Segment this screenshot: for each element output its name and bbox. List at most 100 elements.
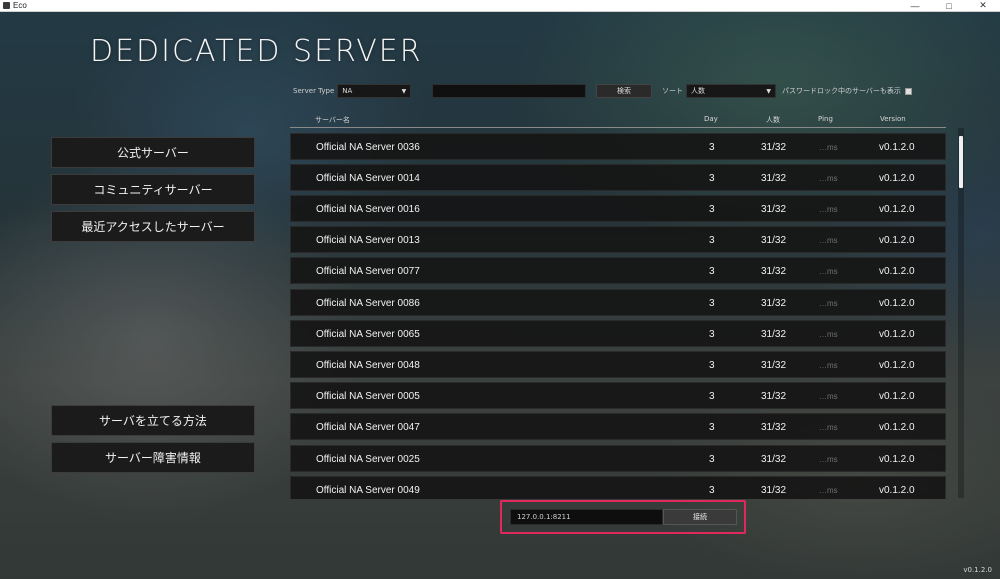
server-players: 31/32: [761, 173, 787, 184]
search-input[interactable]: [432, 84, 586, 98]
server-day: 3: [709, 454, 715, 465]
close-button[interactable]: ✕: [966, 0, 1000, 12]
server-row[interactable]: Official NA Server 0005 3 31/32 …ms v0.1…: [290, 382, 946, 409]
server-ping: …ms: [819, 423, 838, 432]
server-day: 3: [709, 298, 715, 309]
server-row[interactable]: Official NA Server 0065 3 31/32 …ms v0.1…: [290, 320, 946, 347]
nav-host-server-guide-button[interactable]: サーバを立てる方法: [51, 405, 255, 436]
app-icon: [3, 2, 10, 9]
server-row[interactable]: Official NA Server 0013 3 31/32 …ms v0.1…: [290, 226, 946, 253]
server-name: Official NA Server 0013: [316, 235, 420, 246]
nav-server-status-button[interactable]: サーバー障害情報: [51, 442, 255, 473]
nav-recent-servers-button[interactable]: 最近アクセスしたサーバー: [51, 211, 255, 242]
nav-community-servers-button[interactable]: コミュニティサーバー: [51, 174, 255, 205]
server-name: Official NA Server 0048: [316, 360, 420, 371]
server-version: v0.1.2.0: [879, 235, 915, 246]
window-controls: — □ ✕: [898, 0, 1000, 12]
column-ping[interactable]: Ping: [818, 115, 833, 123]
server-version: v0.1.2.0: [879, 266, 915, 277]
server-ping: …ms: [819, 174, 838, 183]
server-version: v0.1.2.0: [879, 298, 915, 309]
server-row[interactable]: Official NA Server 0025 3 31/32 …ms v0.1…: [290, 445, 946, 472]
server-version: v0.1.2.0: [879, 485, 915, 496]
minimize-button[interactable]: —: [898, 0, 932, 12]
column-name[interactable]: サーバー名: [315, 115, 350, 125]
server-day: 3: [709, 173, 715, 184]
server-ping: …ms: [819, 330, 838, 339]
server-players: 31/32: [761, 298, 787, 309]
column-version[interactable]: Version: [880, 115, 906, 123]
server-players: 31/32: [761, 329, 787, 340]
server-name: Official NA Server 0016: [316, 204, 420, 215]
app-version: v0.1.2.0: [963, 566, 992, 574]
server-version: v0.1.2.0: [879, 422, 915, 433]
server-list-header: サーバー名 Day 人数 Ping Version: [290, 112, 946, 128]
server-list-scrollbar[interactable]: [958, 128, 964, 498]
server-row[interactable]: Official NA Server 0086 3 31/32 …ms v0.1…: [290, 289, 946, 316]
region-select[interactable]: NA ▼: [337, 84, 412, 98]
server-ping: …ms: [819, 392, 838, 401]
server-ping: …ms: [819, 486, 838, 495]
server-row[interactable]: Official NA Server 0014 3 31/32 …ms v0.1…: [290, 164, 946, 191]
server-row[interactable]: Official NA Server 0016 3 31/32 …ms v0.1…: [290, 195, 946, 222]
server-name: Official NA Server 0086: [316, 298, 420, 309]
region-label: Server Type: [293, 87, 335, 95]
server-version: v0.1.2.0: [879, 360, 915, 371]
server-players: 31/32: [761, 235, 787, 246]
server-name: Official NA Server 0049: [316, 485, 420, 496]
server-players: 31/32: [761, 391, 787, 402]
server-row[interactable]: Official NA Server 0077 3 31/32 …ms v0.1…: [290, 257, 946, 284]
server-ping: …ms: [819, 267, 838, 276]
sort-filter: ソート 人数 ▼: [662, 84, 776, 98]
connect-button[interactable]: 接続: [663, 509, 737, 525]
server-version: v0.1.2.0: [879, 173, 915, 184]
server-ping: …ms: [819, 143, 838, 152]
server-ping: …ms: [819, 455, 838, 464]
server-name: Official NA Server 0036: [316, 142, 420, 153]
sort-label: ソート: [662, 87, 683, 95]
server-version: v0.1.2.0: [879, 142, 915, 153]
window-title: Eco: [13, 1, 27, 10]
scrollbar-thumb[interactable]: [959, 136, 963, 188]
server-name: Official NA Server 0025: [316, 454, 420, 465]
server-list: Official NA Server 0036 3 31/32 …ms v0.1…: [290, 133, 946, 499]
sort-value: 人数: [691, 87, 705, 95]
server-name: Official NA Server 0047: [316, 422, 420, 433]
server-row[interactable]: Official NA Server 0049 3 31/32 …ms v0.1…: [290, 476, 946, 499]
window-titlebar: Eco — □ ✕: [0, 0, 1000, 12]
server-row[interactable]: Official NA Server 0047 3 31/32 …ms v0.1…: [290, 413, 946, 440]
server-day: 3: [709, 485, 715, 496]
server-version: v0.1.2.0: [879, 329, 915, 340]
show-locked-checkbox[interactable]: [904, 87, 912, 95]
server-day: 3: [709, 266, 715, 277]
server-day: 3: [709, 329, 715, 340]
column-day[interactable]: Day: [704, 115, 718, 123]
search-button-wrap: 検索: [596, 84, 652, 98]
maximize-button[interactable]: □: [932, 0, 966, 12]
chevron-down-icon: ▼: [401, 87, 407, 95]
show-locked-filter: パスワードロック中のサーバーも表示: [782, 84, 912, 98]
server-day: 3: [709, 235, 715, 246]
server-players: 31/32: [761, 454, 787, 465]
server-players: 31/32: [761, 360, 787, 371]
search-group: [432, 84, 586, 98]
server-ping: …ms: [819, 361, 838, 370]
show-locked-label: パスワードロック中のサーバーも表示: [782, 87, 901, 95]
server-players: 31/32: [761, 485, 787, 496]
server-players: 31/32: [761, 204, 787, 215]
server-row[interactable]: Official NA Server 0036 3 31/32 …ms v0.1…: [290, 133, 946, 160]
server-day: 3: [709, 360, 715, 371]
server-version: v0.1.2.0: [879, 454, 915, 465]
server-day: 3: [709, 391, 715, 402]
search-button[interactable]: 検索: [596, 84, 652, 98]
server-row[interactable]: Official NA Server 0048 3 31/32 …ms v0.1…: [290, 351, 946, 378]
ip-address-input[interactable]: 127.0.0.1:8211: [510, 509, 663, 525]
server-ping: …ms: [819, 236, 838, 245]
server-ping: …ms: [819, 299, 838, 308]
column-players[interactable]: 人数: [766, 115, 780, 125]
sort-select[interactable]: 人数 ▼: [686, 84, 776, 98]
window-app-label: Eco: [0, 1, 27, 10]
server-day: 3: [709, 204, 715, 215]
nav-official-servers-button[interactable]: 公式サーバー: [51, 137, 255, 168]
server-ping: …ms: [819, 205, 838, 214]
